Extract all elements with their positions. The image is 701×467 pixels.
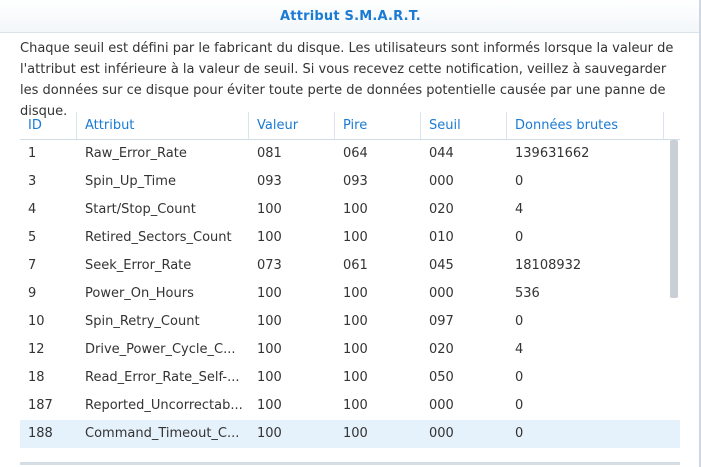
cell-id: 187 (28, 398, 53, 413)
table-body: 1 Raw_Error_Rate 081 064 044 139631662 3 Spin_U… (20, 140, 680, 448)
cell-worst: 100 (343, 342, 368, 357)
column-header-attribute[interactable]: Attribut (77, 112, 249, 139)
cell-worst: 100 (343, 230, 368, 245)
cell-threshold: 020 (429, 342, 454, 357)
cell-value: 100 (257, 202, 282, 217)
table-row[interactable]: 10 Spin_Retry_Count 100 100 097 0 (20, 308, 680, 336)
cell-threshold: 097 (429, 314, 454, 329)
table-header: ID Attribut Valeur Pire Seuil Données br… (20, 112, 680, 140)
cell-threshold: 000 (429, 398, 454, 413)
column-header-threshold[interactable]: Seuil (421, 112, 507, 139)
column-header-worst[interactable]: Pire (335, 112, 421, 139)
cell-raw-data: 4 (515, 202, 524, 217)
table-row[interactable]: 188 Command_Timeout_C... 100 100 000 0 (20, 420, 680, 448)
table-row[interactable]: 9 Power_On_Hours 100 100 000 536 (20, 280, 680, 308)
column-header-id[interactable]: ID (20, 112, 77, 139)
cell-threshold: 000 (429, 174, 454, 189)
cell-value: 081 (257, 146, 282, 161)
cell-id: 1 (28, 146, 37, 161)
cell-attribute: Power_On_Hours (85, 286, 194, 301)
cell-value: 073 (257, 258, 282, 273)
cell-value: 100 (257, 398, 282, 413)
cell-id: 188 (28, 426, 53, 441)
bottom-divider (20, 462, 680, 465)
cell-worst: 093 (343, 174, 368, 189)
table-row[interactable]: 4 Start/Stop_Count 100 100 020 4 (20, 196, 680, 224)
column-header-value[interactable]: Valeur (249, 112, 335, 139)
cell-attribute: Spin_Up_Time (85, 174, 176, 189)
cell-raw-data: 0 (515, 370, 524, 385)
cell-value: 100 (257, 286, 282, 301)
table-row[interactable]: 12 Drive_Power_Cycle_C... 100 100 020 4 (20, 336, 680, 364)
cell-id: 9 (28, 286, 37, 301)
cell-attribute: Raw_Error_Rate (85, 146, 187, 161)
cell-worst: 100 (343, 202, 368, 217)
cell-id: 5 (28, 230, 37, 245)
cell-threshold: 020 (429, 202, 454, 217)
cell-raw-data: 0 (515, 314, 524, 329)
cell-threshold: 044 (429, 146, 454, 161)
cell-attribute: Start/Stop_Count (85, 202, 196, 217)
cell-worst: 100 (343, 370, 368, 385)
cell-id: 12 (28, 342, 45, 357)
cell-worst: 100 (343, 398, 368, 413)
cell-attribute: Drive_Power_Cycle_C... (85, 342, 236, 357)
cell-attribute: Command_Timeout_C... (85, 426, 240, 441)
cell-value: 100 (257, 230, 282, 245)
cell-id: 10 (28, 314, 45, 329)
cell-attribute: Seek_Error_Rate (85, 258, 192, 273)
cell-id: 3 (28, 174, 37, 189)
cell-value: 100 (257, 370, 282, 385)
cell-id: 4 (28, 202, 37, 217)
vertical-scrollbar[interactable] (670, 140, 678, 298)
cell-worst: 100 (343, 314, 368, 329)
cell-threshold: 045 (429, 258, 454, 273)
cell-attribute: Retired_Sectors_Count (85, 230, 232, 245)
cell-raw-data: 536 (515, 286, 540, 301)
cell-worst: 064 (343, 146, 368, 161)
table-row[interactable]: 3 Spin_Up_Time 093 093 000 0 (20, 168, 680, 196)
column-header-raw-data[interactable]: Données brutes (507, 112, 664, 139)
cell-threshold: 000 (429, 286, 454, 301)
cell-attribute: Read_Error_Rate_Self-... (85, 370, 240, 385)
cell-threshold: 050 (429, 370, 454, 385)
dialog-title: Attribut S.M.A.R.T. (280, 8, 421, 24)
cell-worst: 061 (343, 258, 368, 273)
table-row[interactable]: 5 Retired_Sectors_Count 100 100 010 0 (20, 224, 680, 252)
table-row[interactable]: 18 Read_Error_Rate_Self-... 100 100 050 0 (20, 364, 680, 392)
table-row[interactable]: 7 Seek_Error_Rate 073 061 045 18108932 (20, 252, 680, 280)
cell-raw-data: 0 (515, 426, 524, 441)
table-row[interactable]: 187 Reported_Uncorrectab... 100 100 000 0 (20, 392, 680, 420)
cell-attribute: Reported_Uncorrectab... (85, 398, 243, 413)
cell-threshold: 000 (429, 426, 454, 441)
dialog-titlebar: Attribut S.M.A.R.T. (0, 0, 701, 33)
cell-raw-data: 0 (515, 398, 524, 413)
table-row[interactable]: 1 Raw_Error_Rate 081 064 044 139631662 (20, 140, 680, 168)
cell-raw-data: 18108932 (515, 258, 582, 273)
cell-raw-data: 4 (515, 342, 524, 357)
cell-raw-data: 139631662 (515, 146, 590, 161)
cell-attribute: Spin_Retry_Count (85, 314, 200, 329)
cell-id: 18 (28, 370, 45, 385)
cell-id: 7 (28, 258, 37, 273)
smart-attributes-table: ID Attribut Valeur Pire Seuil Données br… (20, 112, 680, 450)
column-header-spacer (664, 112, 680, 139)
description-text: Chaque seuil est défini par le fabricant… (20, 41, 674, 119)
cell-raw-data: 0 (515, 230, 524, 245)
cell-worst: 100 (343, 286, 368, 301)
cell-worst: 100 (343, 426, 368, 441)
cell-value: 100 (257, 314, 282, 329)
cell-value: 093 (257, 174, 282, 189)
cell-value: 100 (257, 426, 282, 441)
cell-threshold: 010 (429, 230, 454, 245)
cell-value: 100 (257, 342, 282, 357)
cell-raw-data: 0 (515, 174, 524, 189)
